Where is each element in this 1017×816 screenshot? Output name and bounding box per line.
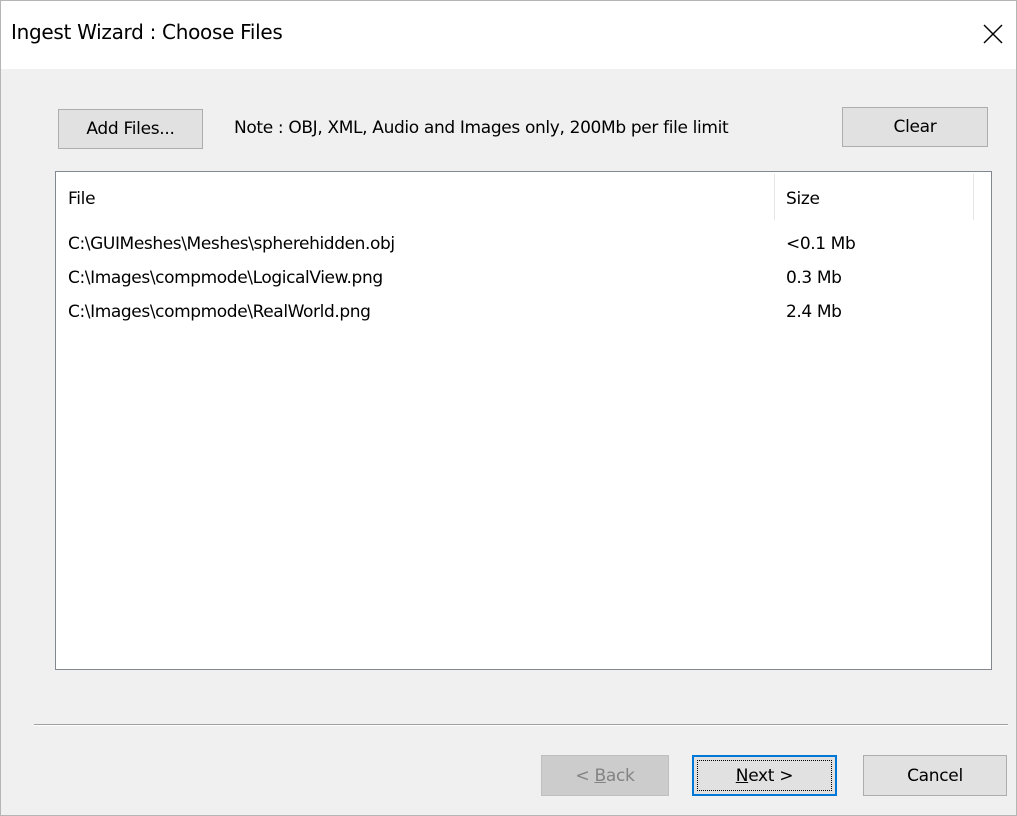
file-size: 0.3 Mb xyxy=(786,268,842,288)
clear-button[interactable]: Clear xyxy=(842,107,988,147)
close-button[interactable] xyxy=(970,1,1016,69)
file-row[interactable]: C:\Images\compmode\RealWorld.png 2.4 Mb xyxy=(56,296,991,330)
add-files-label: Add Files... xyxy=(86,119,175,139)
column-divider[interactable] xyxy=(973,174,974,220)
file-row[interactable]: C:\Images\compmode\LogicalView.png 0.3 M… xyxy=(56,262,991,296)
back-button[interactable]: < Back xyxy=(541,755,669,796)
close-icon xyxy=(983,24,1003,44)
next-label: Next > xyxy=(735,765,794,786)
file-type-note: Note : OBJ, XML, Audio and Images only, … xyxy=(234,118,729,138)
back-label: < Back xyxy=(575,765,635,786)
next-button[interactable]: Next > xyxy=(692,755,837,796)
file-list[interactable]: File Size C:\GUIMeshes\Meshes\spherehidd… xyxy=(55,171,992,670)
column-header-size[interactable]: Size xyxy=(786,189,820,209)
file-size: 2.4 Mb xyxy=(786,302,842,322)
clear-label: Clear xyxy=(893,117,937,137)
cancel-button[interactable]: Cancel xyxy=(863,755,1007,796)
file-size: <0.1 Mb xyxy=(786,234,856,254)
file-list-header: File Size xyxy=(56,172,991,222)
file-path: C:\Images\compmode\RealWorld.png xyxy=(68,302,371,322)
column-divider[interactable] xyxy=(774,174,775,220)
file-path: C:\Images\compmode\LogicalView.png xyxy=(68,268,383,288)
file-path: C:\GUIMeshes\Meshes\spherehidden.obj xyxy=(68,234,395,254)
cancel-label: Cancel xyxy=(907,765,963,786)
column-header-file[interactable]: File xyxy=(68,189,96,209)
ingest-wizard-dialog: Ingest Wizard : Choose Files Add Files..… xyxy=(0,0,1017,816)
add-files-button[interactable]: Add Files... xyxy=(58,109,203,149)
footer-divider-highlight xyxy=(34,725,1008,726)
file-row[interactable]: C:\GUIMeshes\Meshes\spherehidden.obj <0.… xyxy=(56,228,991,262)
window-title: Ingest Wizard : Choose Files xyxy=(11,20,283,44)
title-bar: Ingest Wizard : Choose Files xyxy=(1,1,1016,69)
